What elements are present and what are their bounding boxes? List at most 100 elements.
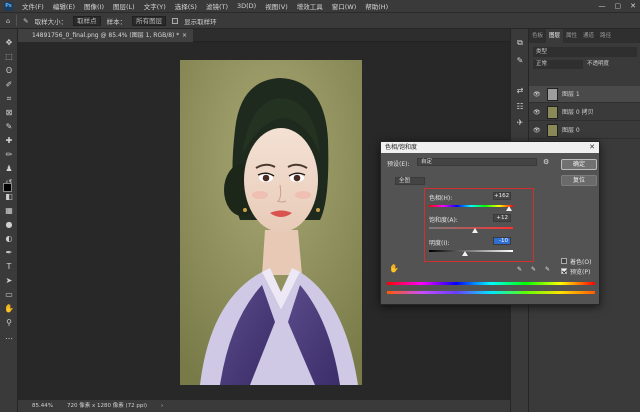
shape-tool-icon[interactable]: ▭ (3, 289, 15, 301)
visibility-eye-icon[interactable]: 👁 (533, 86, 541, 103)
lightness-slider-thumb[interactable] (462, 251, 468, 256)
document-image[interactable] (180, 60, 362, 385)
show-ring-label: 显示取样环 (184, 17, 217, 26)
tab-properties[interactable]: 属性 (563, 29, 580, 43)
eraser-tool-icon[interactable]: ◧ (3, 191, 15, 203)
brush-panel-icon[interactable]: ✎ (514, 55, 526, 67)
tab-swatches[interactable]: 色板 (529, 29, 546, 43)
menu-layer[interactable]: 图层(L) (113, 1, 135, 11)
dialog-title-bar[interactable]: 色相/饱和度 ✕ (381, 142, 599, 153)
zoom-tool-icon[interactable]: ⚲ (3, 317, 15, 329)
sample-layers-select[interactable]: 所有图层 (132, 15, 167, 26)
opacity-label: 不透明度 (587, 61, 610, 67)
status-arrow-icon[interactable]: › (161, 400, 163, 412)
preset-select[interactable]: 自定 (417, 158, 537, 166)
menu-edit[interactable]: 编辑(E) (53, 1, 75, 11)
dialog-title: 色相/饱和度 (385, 144, 418, 151)
more-tools-icon[interactable]: … (3, 331, 15, 343)
menu-type[interactable]: 文字(Y) (144, 1, 166, 11)
blend-mode-select[interactable]: 正常 (533, 60, 583, 69)
layer-name: 图层 1 (562, 91, 580, 98)
lasso-tool-icon[interactable]: ʘ (3, 65, 15, 77)
hand-adjust-icon[interactable]: ✋ (389, 264, 399, 273)
menu-plugins[interactable]: 增效工具 (297, 1, 323, 11)
type-tool-icon[interactable]: T (3, 261, 15, 273)
healing-brush-icon[interactable]: ✚ (3, 135, 15, 147)
saturation-slider-thumb[interactable] (472, 228, 478, 233)
close-tab-icon[interactable]: × (182, 29, 187, 42)
move-tool-icon[interactable]: ✥ (3, 37, 15, 49)
eyedropper-icon[interactable]: ✎ (517, 266, 522, 273)
menu-view[interactable]: 视图(V) (265, 1, 288, 11)
menu-select[interactable]: 选择(S) (175, 1, 197, 11)
tab-layers[interactable]: 图层 (546, 29, 564, 43)
marquee-tool-icon[interactable]: ⬚ (3, 51, 15, 63)
eyedropper-tool-icon[interactable]: ✎ (23, 17, 28, 25)
blur-tool-icon[interactable]: ● (3, 219, 15, 231)
colorize-checkbox[interactable] (561, 258, 567, 264)
menu-image[interactable]: 图像(I) (84, 1, 104, 11)
document-tab[interactable]: 14891756_0_final.png @ 85.4% (图层 1, RGB/… (18, 29, 193, 42)
preview-label: 预览(P) (570, 269, 591, 276)
layer-row[interactable]: 👁 图层 1 (529, 86, 640, 103)
libraries-panel-icon[interactable]: ✈ (514, 117, 526, 129)
saturation-label: 饱和度(A): (429, 217, 458, 224)
lightness-slider-track[interactable] (429, 250, 513, 252)
layer-row[interactable]: 👁 图层 0 拷贝 (529, 104, 640, 121)
saturation-slider-track[interactable] (429, 227, 513, 229)
menu-filter[interactable]: 滤镜(T) (206, 1, 228, 11)
maximize-button[interactable]: ▢ (615, 2, 622, 10)
sample-size-select[interactable]: 取样点 (73, 15, 101, 26)
preview-checkbox[interactable] (561, 268, 567, 274)
eyedropper-minus-icon[interactable]: ✎ (545, 266, 550, 273)
quick-select-tool-icon[interactable]: ✐ (3, 79, 15, 91)
opacity-control[interactable]: 不透明度 (587, 60, 637, 69)
lightness-value-input[interactable]: -10 (493, 237, 511, 245)
menu-window[interactable]: 窗口(W) (332, 1, 357, 11)
eyedropper-icon[interactable]: ✎ (3, 121, 15, 133)
layer-thumbnail (547, 88, 558, 101)
adjustments-panel-icon[interactable]: ⇄ (514, 85, 526, 97)
foreground-color-swatch[interactable] (3, 183, 12, 192)
saturation-value-input[interactable]: +12 (493, 214, 511, 222)
show-ring-checkbox[interactable] (172, 17, 179, 24)
minimize-button[interactable]: — (599, 2, 606, 10)
close-window-button[interactable]: ✕ (630, 2, 636, 10)
zoom-level[interactable]: 85.44% (32, 400, 53, 412)
tab-paths[interactable]: 路径 (597, 29, 614, 43)
dodge-tool-icon[interactable]: ◐ (3, 233, 15, 245)
visibility-eye-icon[interactable]: 👁 (533, 122, 541, 139)
gear-icon[interactable]: ⚙ (543, 158, 549, 166)
clone-stamp-icon[interactable]: ♟ (3, 163, 15, 175)
eyedropper-plus-icon[interactable]: ✎ (531, 266, 536, 273)
photoshop-logo-icon: Ps (4, 1, 13, 11)
lightness-label: 明度(I): (429, 240, 450, 247)
frame-tool-icon[interactable]: ⊠ (3, 107, 15, 119)
reset-button[interactable]: 复位 (561, 175, 597, 186)
layer-row[interactable]: 👁 图层 0 (529, 122, 640, 139)
channel-value: 全图 (399, 178, 411, 184)
tab-channels[interactable]: 通道 (580, 29, 597, 43)
pen-tool-icon[interactable]: ✒ (3, 247, 15, 259)
visibility-eye-icon[interactable]: 👁 (533, 104, 541, 121)
layer-filter[interactable]: 类型 (533, 47, 637, 57)
document-size: 720 像素 x 1280 像素 (72 ppi) (66, 403, 148, 409)
menu-file[interactable]: 文件(F) (22, 1, 44, 11)
gradient-tool-icon[interactable]: ▦ (3, 205, 15, 217)
dialog-close-button[interactable]: ✕ (589, 142, 595, 153)
status-bar: 85.44% 720 像素 x 1280 像素 (72 ppi) › (18, 400, 510, 412)
ok-button[interactable]: 确定 (561, 159, 597, 170)
hand-tool-icon[interactable]: ✋ (3, 303, 15, 315)
path-select-icon[interactable]: ➤ (3, 275, 15, 287)
history-panel-icon[interactable]: ⧉ (514, 37, 526, 49)
home-icon[interactable]: ⌂ (6, 17, 10, 25)
menu-help[interactable]: 帮助(H) (365, 1, 388, 11)
brush-tool-icon[interactable]: ✏ (3, 149, 15, 161)
hue-slider-thumb[interactable] (506, 206, 512, 211)
hue-value-input[interactable]: +162 (493, 192, 511, 200)
crop-tool-icon[interactable]: ⌗ (3, 93, 15, 105)
properties-panel-icon[interactable]: ☷ (514, 101, 526, 113)
hue-slider-track[interactable] (429, 205, 513, 207)
menu-3d[interactable]: 3D(D) (237, 2, 256, 10)
channel-select[interactable]: 全图 (395, 177, 425, 185)
